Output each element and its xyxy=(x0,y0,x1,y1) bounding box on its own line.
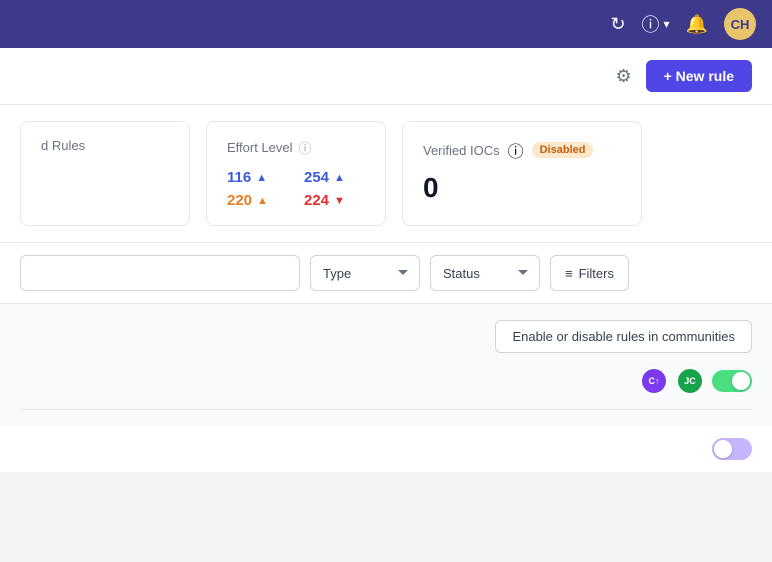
disabled-badge: Disabled xyxy=(532,142,594,158)
filters-button[interactable]: ≡ Filters xyxy=(550,255,629,291)
arrow-up-icon-2: ▲ xyxy=(334,172,345,184)
effort-level-title: Effort Level ⓘ xyxy=(227,138,365,157)
verified-info-icon[interactable]: ⓘ xyxy=(508,138,524,162)
divider xyxy=(20,409,752,410)
toggle-row: C↑ JC xyxy=(20,367,752,395)
status-filter[interactable]: Status xyxy=(430,255,540,291)
verified-iocs-card: Verified IOCs ⓘ Disabled 0 xyxy=(402,121,642,226)
effort-num-2: 254 ▲ xyxy=(304,169,365,186)
verified-iocs-title: Verified IOCs xyxy=(423,143,500,158)
search-input[interactable] xyxy=(20,255,300,291)
top-navigation: ↻ ⓘ ▾ 🔔 CH xyxy=(0,0,772,48)
effort-num-4: 224 ▼ xyxy=(304,192,365,209)
arrow-orange-icon: ▲ xyxy=(257,195,268,207)
effort-info-icon[interactable]: ⓘ xyxy=(299,138,312,157)
verified-count: 0 xyxy=(423,172,621,204)
info-icon[interactable]: ⓘ ▾ xyxy=(642,11,670,37)
effort-num-1: 116 ▲ xyxy=(227,169,288,186)
main-toggle-on[interactable] xyxy=(712,370,752,392)
effort-num-3: 220 ▲ xyxy=(227,192,288,209)
bell-icon[interactable]: 🔔 xyxy=(686,14,708,35)
toolbar-row: ⚙ + New rule xyxy=(0,48,772,105)
type-filter[interactable]: Type xyxy=(310,255,420,291)
effort-level-card: Effort Level ⓘ 116 ▲ 254 ▲ 220 ▲ 224 xyxy=(206,121,386,226)
content-area: Enable or disable rules in communities C… xyxy=(0,304,772,426)
arrow-red-icon: ▼ xyxy=(334,195,345,207)
secondary-toggle-off[interactable] xyxy=(712,438,752,460)
avatar[interactable]: CH xyxy=(724,8,756,40)
arrow-up-icon-1: ▲ xyxy=(256,172,267,184)
settings-button[interactable]: ⚙ xyxy=(611,62,635,91)
verified-title-row: Verified IOCs ⓘ Disabled xyxy=(423,138,621,162)
community-toggle-button[interactable]: Enable or disable rules in communities xyxy=(495,320,752,353)
effort-nums: 116 ▲ 254 ▲ 220 ▲ 224 ▼ xyxy=(227,169,365,209)
filter-lines-icon: ≡ xyxy=(565,266,573,281)
community-icon-2: JC xyxy=(676,367,704,395)
rules-card: d Rules xyxy=(20,121,190,226)
stats-section: d Rules Effort Level ⓘ 116 ▲ 254 ▲ 220 ▲ xyxy=(0,105,772,243)
second-toggle-row xyxy=(0,426,772,472)
filter-row: Type Status ≡ Filters xyxy=(0,243,772,304)
history-icon[interactable]: ↻ xyxy=(610,14,625,35)
rules-card-title: d Rules xyxy=(41,138,169,153)
stats-cards: d Rules Effort Level ⓘ 116 ▲ 254 ▲ 220 ▲ xyxy=(20,121,752,226)
new-rule-button[interactable]: + New rule xyxy=(646,60,752,92)
community-btn-row: Enable or disable rules in communities xyxy=(20,320,752,353)
community-icon-1: C↑ xyxy=(640,367,668,395)
